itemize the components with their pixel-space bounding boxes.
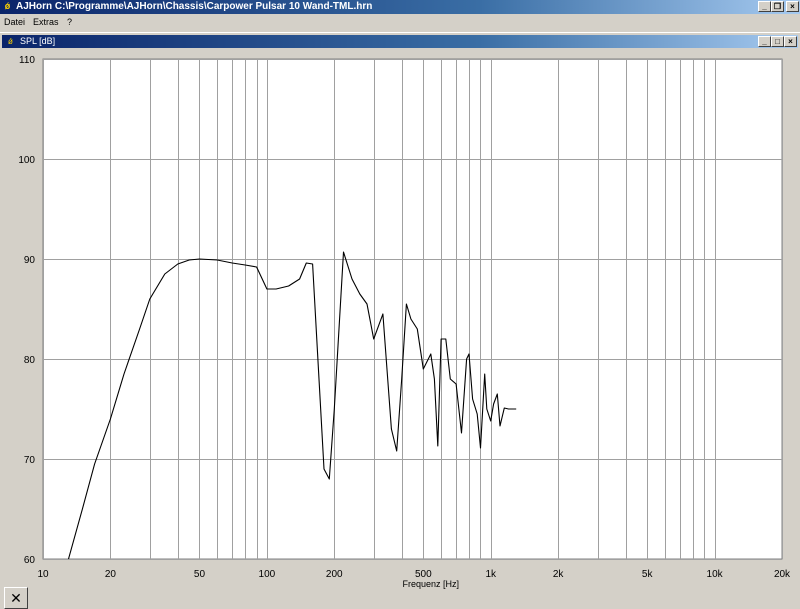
window-title: AJHorn C:\Programme\AJHorn\Chassis\Carpo… [16,1,373,12]
y-tick-label: 90 [24,255,36,266]
plot-area: 60 70 80 90 100 110 10 20 50 100 200 500 1k 2k 5k 10k 20… [0,49,800,609]
minimize-button[interactable]: _ [758,1,771,12]
x-tick-label: 50 [194,569,206,580]
menu-help[interactable]: ? [67,17,72,27]
x-tick-label: 10k [707,569,724,580]
spl-chart: 6070809010011010 20 50 100 200 500 1k 2k 5k 10k 20… [18,55,791,589]
y-tick-label: 80 [24,355,36,366]
chart-minimize-button[interactable]: _ [758,36,771,47]
close-chart-button[interactable]: ✕ [4,587,28,609]
x-tick-label: 20k [774,569,791,580]
plot-background [42,58,783,560]
chart-window: ǿ SPL [dB] _ □ × 60 70 80 90 100 110 10 20 50 100… [0,32,800,609]
app-icon: ǿ [4,1,11,11]
y-tick-label: 110 [19,55,35,66]
menu-bar: Datei Extras ? [0,14,800,30]
x-tick-label: 100 [259,569,276,580]
chart-window-title: SPL [dB] [20,36,56,46]
x-tick-label: 2k [553,569,565,580]
chart-restore-button[interactable]: □ [771,36,784,47]
chart-window-titlebar: ǿ SPL [dB] _ □ × [2,35,798,48]
close-button[interactable]: × [786,1,799,12]
x-tick-label: 1k [485,569,497,580]
window-titlebar: ǿ AJHorn C:\Programme\AJHorn\Chassis\Car… [0,0,800,14]
x-tick-label: 200 [326,569,343,580]
menu-extras[interactable]: Extras [33,17,59,27]
menu-datei[interactable]: Datei [4,17,25,27]
x-tick-label: 20 [105,569,117,580]
y-tick-label: 100 [18,155,35,166]
y-tick-label: 70 [24,455,36,466]
y-tick-label: 60 [24,555,36,566]
chart-window-icon: ǿ [8,37,13,46]
chart-close-button[interactable]: × [784,36,797,47]
restore-button[interactable]: ❐ [771,1,784,12]
x-tick-label: 5k [642,569,654,580]
x-tick-label: 10 [37,569,49,580]
x-axis-label: Frequenz [Hz] [402,579,459,589]
